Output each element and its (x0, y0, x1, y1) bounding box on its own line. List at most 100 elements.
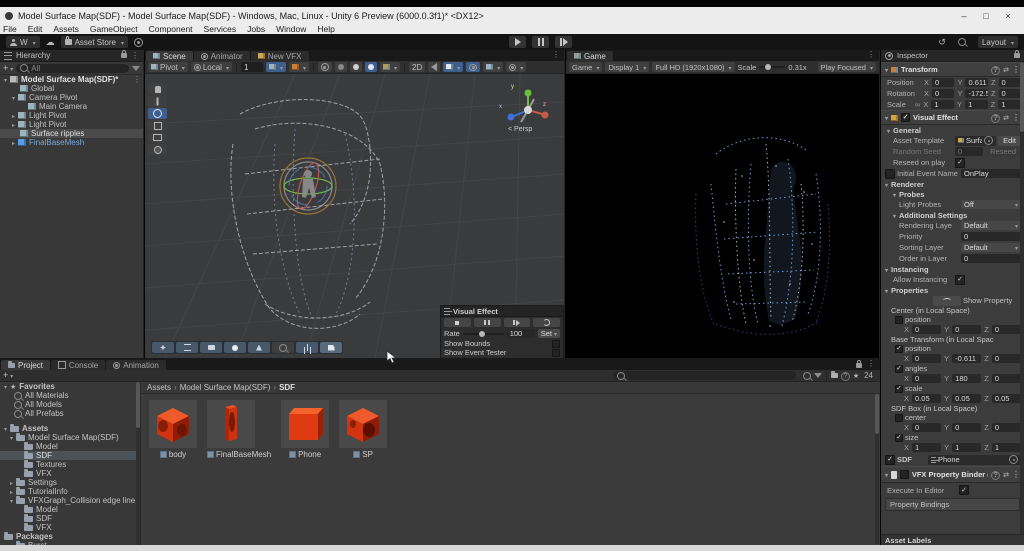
rotation-y-field[interactable]: -172.55 (965, 89, 988, 98)
focus-mode-dropdown[interactable]: Play Focused (817, 62, 876, 72)
pause-button[interactable] (532, 36, 550, 48)
tree-settings[interactable]: Settings (0, 477, 140, 487)
sdf-center-checkbox[interactable] (895, 413, 903, 422)
packages-root[interactable]: Packages (0, 531, 140, 541)
position-y-field[interactable]: 0.611 (965, 78, 988, 87)
undo-history-icon[interactable] (938, 37, 946, 48)
hierarchy-item-light-pivot-2[interactable]: Light Pivot (0, 120, 143, 129)
search-by-label-icon[interactable] (813, 373, 822, 378)
tree-model-surface-map[interactable]: Model Surface Map(SDF) (0, 432, 140, 442)
sdf-center-y-field[interactable]: 0 (952, 423, 982, 432)
step-button[interactable] (555, 36, 573, 48)
tab-animation[interactable]: Animation (106, 360, 166, 370)
vfx-stop-button[interactable] (444, 318, 471, 327)
tree-vfxgraph-sdf[interactable]: SDF (0, 513, 140, 523)
create-button[interactable] (3, 64, 13, 73)
rotation-z-field[interactable]: 0 (998, 89, 1021, 98)
asset-template-object-field[interactable]: Surfac (955, 135, 997, 146)
asset-item-finalbasemesh[interactable]: FinalBaseMesh (207, 400, 271, 459)
sdf-center-z-field[interactable]: 0 (991, 423, 1021, 432)
persp-label[interactable]: < Persp (508, 126, 532, 133)
overlay-move-button[interactable] (152, 342, 174, 353)
lock-icon[interactable] (121, 50, 127, 58)
search-icon[interactable] (957, 38, 966, 46)
asset-item-sp[interactable]: SP (339, 400, 388, 459)
menu-assets[interactable]: Assets (53, 24, 79, 34)
show-bounds-checkbox[interactable] (552, 339, 560, 348)
hierarchy-item-scene-root[interactable]: Model Surface Map(SDF)* (0, 75, 143, 84)
panel-menu-icon[interactable] (552, 50, 560, 59)
hand-tool-button[interactable] (148, 84, 167, 95)
object-picker-icon[interactable] (984, 136, 994, 145)
cloud-icon[interactable] (46, 37, 55, 48)
panel-menu-icon[interactable] (867, 359, 875, 368)
tree-vfxgraph-collision[interactable]: VFXGraph_Collision edge line (0, 495, 140, 505)
item-menu-icon[interactable] (133, 75, 141, 84)
asset-labels-bar[interactable]: Asset Labels (881, 534, 1024, 545)
base-position-y-field[interactable]: -0.611 (952, 354, 982, 363)
hierarchy-search-input[interactable]: All (16, 63, 129, 73)
overlay-camera-button[interactable] (200, 342, 222, 353)
hierarchy-item-global[interactable]: Global (0, 84, 143, 93)
transform-tool-button[interactable] (148, 144, 167, 155)
component-enabled-checkbox[interactable] (899, 470, 909, 479)
help-icon[interactable] (991, 470, 1000, 480)
property-binder-component-header[interactable]: VFX Property Binder (Scri (881, 466, 1024, 483)
asset-item-phone[interactable]: Phone (281, 400, 330, 459)
transform-component-header[interactable]: Transform (881, 62, 1024, 77)
visibility-toggle[interactable] (466, 62, 481, 72)
initial-event-checkbox[interactable] (885, 168, 895, 179)
favorite-all-prefabs[interactable]: All Prefabs (0, 409, 140, 418)
game-viewport[interactable] (566, 74, 879, 358)
link-icon[interactable]: ∞ (915, 100, 920, 109)
component-enabled-checkbox[interactable] (901, 113, 911, 122)
sdf-size-checkbox[interactable] (895, 433, 903, 442)
rendering-layer-dropdown[interactable]: Default (961, 221, 1021, 230)
scene-viewport[interactable]: y x z < Persp Visual Effect Rate 100 Set… (145, 74, 564, 358)
lighting-toggle[interactable] (349, 62, 362, 72)
scale-slider[interactable] (759, 64, 786, 70)
vfx-restart-button[interactable] (533, 318, 560, 327)
overlay-search-button[interactable] (272, 342, 294, 353)
rotate-tool-button[interactable] (148, 108, 167, 119)
rate-value-field[interactable]: 100 (506, 329, 535, 338)
base-position-x-field[interactable]: 0 (912, 354, 942, 363)
favorite-all-materials[interactable]: All Materials (0, 391, 140, 400)
rotation-x-field[interactable]: 0 (932, 89, 955, 98)
assets-root[interactable]: Assets (0, 423, 140, 433)
lock-icon[interactable] (1014, 50, 1020, 58)
foldout-open-icon[interactable] (885, 65, 888, 74)
asset-store-button[interactable]: Asset Store (60, 36, 128, 48)
menu-help[interactable]: Help (317, 24, 334, 34)
sdf-size-y-field[interactable]: 1 (952, 443, 982, 452)
content-scrollbar[interactable] (875, 394, 879, 544)
menu-jobs[interactable]: Jobs (247, 24, 265, 34)
overlay-grid-button[interactable] (248, 342, 270, 353)
angles-x-field[interactable]: 0 (912, 374, 942, 383)
sdf-checkbox[interactable] (885, 454, 895, 465)
breadcrumb-assets[interactable]: Assets (147, 383, 171, 392)
help-icon[interactable] (991, 65, 1000, 75)
random-seed-field[interactable]: 0 (955, 147, 984, 156)
close-button[interactable]: × (997, 11, 1019, 21)
show-event-tester-checkbox[interactable] (552, 348, 560, 357)
reseed-on-play-checkbox[interactable] (955, 157, 965, 168)
base-position-checkbox[interactable] (895, 344, 903, 353)
base-scale-x-field[interactable]: 0.05 (912, 394, 942, 403)
sdf-center-x-field[interactable]: 0 (912, 423, 942, 432)
menu-component[interactable]: Component (149, 24, 193, 34)
scale-checkbox[interactable] (895, 384, 903, 393)
tree-model[interactable]: Model (0, 441, 140, 451)
tab-animator[interactable]: Animator (193, 51, 250, 61)
maximize-button[interactable]: □ (975, 11, 997, 21)
help-icon[interactable] (991, 113, 1000, 123)
property-curve-button[interactable] (933, 295, 961, 306)
favorites-root[interactable]: Favorites (0, 382, 140, 391)
favorite-all-models[interactable]: All Models (0, 400, 140, 409)
hierarchy-item-camera-pivot[interactable]: Camera Pivot (0, 93, 143, 102)
search-by-type-icon[interactable] (802, 371, 811, 380)
vfx-pause-button[interactable] (473, 318, 501, 327)
grid-snap-toggle[interactable] (265, 62, 286, 72)
sdf-size-z-field[interactable]: 1 (991, 443, 1021, 452)
center-x-field[interactable]: 0 (912, 325, 942, 334)
